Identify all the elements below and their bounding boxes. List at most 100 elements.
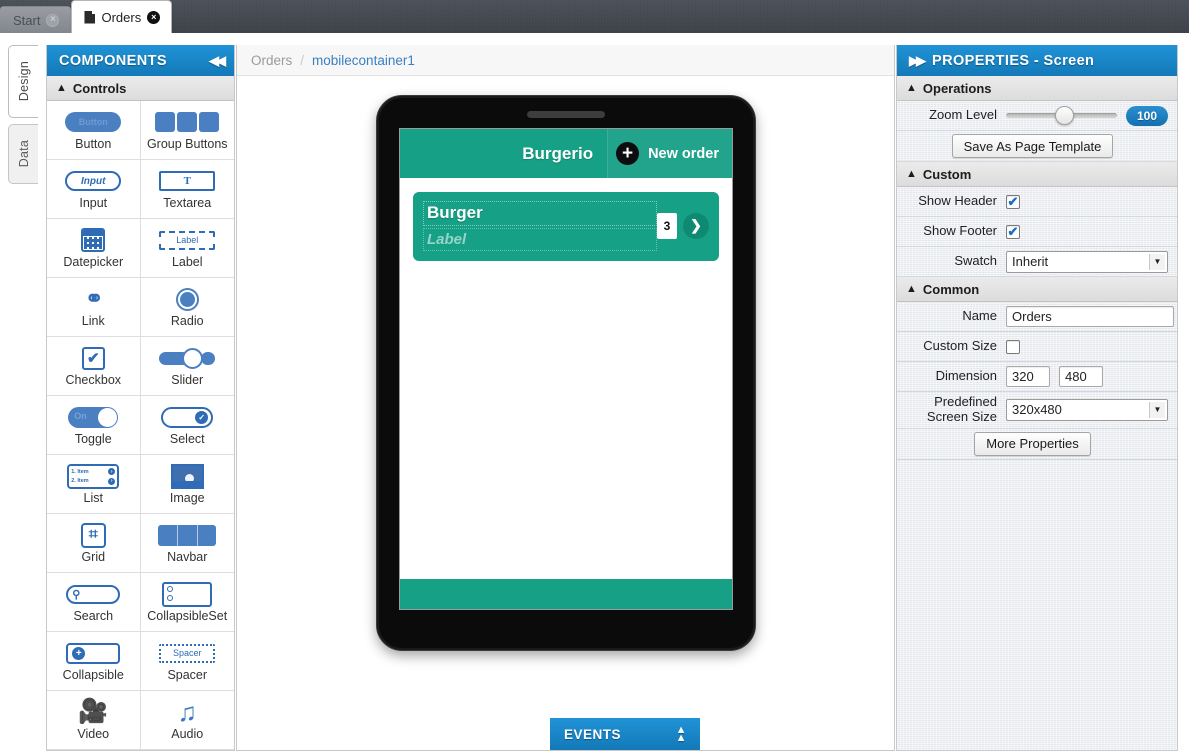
spacer-icon: Spacer xyxy=(159,640,216,666)
component-toggle[interactable]: On Toggle xyxy=(47,396,141,455)
custom-size-checkbox[interactable] xyxy=(1006,339,1020,354)
events-bar[interactable]: EVENTS ▲ ▲ xyxy=(550,718,700,750)
component-group-buttons[interactable]: Group Buttons xyxy=(140,101,234,160)
events-bar-label: EVENTS xyxy=(564,726,622,742)
component-radio[interactable]: Radio xyxy=(140,278,234,337)
predefined-screen-size-label: Predefined Screen Size xyxy=(926,394,997,424)
component-label: Image xyxy=(169,491,205,506)
more-properties-row: More Properties xyxy=(897,429,1177,460)
swatch-value: Inherit xyxy=(1012,254,1049,269)
group-buttons-icon xyxy=(155,109,220,135)
component-input[interactable]: Input Input xyxy=(47,160,141,219)
zoom-slider-handle[interactable] xyxy=(1054,106,1074,125)
list-item-count-badge: 3 xyxy=(657,212,677,239)
new-order-button[interactable]: + New order xyxy=(607,129,732,178)
app-header[interactable]: Burgerio + New order xyxy=(400,129,732,178)
more-properties-button[interactable]: More Properties xyxy=(974,431,1091,456)
component-label: Button xyxy=(75,137,112,152)
controls-group-header[interactable]: ▲ Controls xyxy=(47,76,234,101)
zoom-level-row: Zoom Level 100 xyxy=(897,101,1177,131)
chevron-up-icon: ▲ xyxy=(906,168,917,180)
swatch-select[interactable]: Inherit ▼ xyxy=(1006,250,1168,273)
predefined-screen-size-row: Predefined Screen Size 320x480 ▼ xyxy=(897,392,1177,429)
chevron-up-icon: ▲ xyxy=(56,82,67,94)
audio-icon: ♫ xyxy=(177,697,198,728)
properties-panel-header[interactable]: ▶▶ PROPERTIES - Screen xyxy=(897,45,1177,76)
common-section-header[interactable]: ▲ Common xyxy=(897,277,1177,302)
radio-icon xyxy=(175,286,199,312)
chevron-up-icon: ▲ xyxy=(906,283,917,295)
component-button[interactable]: Button Button xyxy=(47,101,141,160)
workspace: Design Data COMPONENTS ◀◀ ▲ Controls But… xyxy=(0,33,1189,751)
datepicker-icon xyxy=(81,227,106,253)
component-link[interactable]: ⚭ Link xyxy=(47,278,141,337)
zoom-slider[interactable] xyxy=(1006,106,1117,125)
save-as-page-template-button[interactable]: Save As Page Template xyxy=(951,134,1114,158)
custom-size-row: Custom Size xyxy=(897,332,1177,362)
component-collapsible-set[interactable]: CollapsibleSet xyxy=(140,573,234,632)
show-header-row: Show Header ✔ xyxy=(897,187,1177,217)
operations-section-header[interactable]: ▲ Operations xyxy=(897,76,1177,101)
component-label: Search xyxy=(73,609,114,624)
chevron-right-icon[interactable]: ❯ xyxy=(683,212,709,239)
component-label: Checkbox xyxy=(65,373,122,388)
component-select[interactable]: ✓ Select xyxy=(140,396,234,455)
tab-orders[interactable]: Orders × xyxy=(71,0,173,33)
tab-orders-label: Orders xyxy=(101,9,142,25)
predefined-screen-size-select[interactable]: 320x480 ▼ xyxy=(1006,398,1168,421)
dimension-width-input[interactable] xyxy=(1006,366,1050,387)
component-checkbox[interactable]: ✔ Checkbox xyxy=(47,337,141,396)
expand-right-icon[interactable]: ▶▶ xyxy=(909,53,926,69)
show-footer-checkbox[interactable]: ✔ xyxy=(1006,224,1020,239)
component-video[interactable]: 🎥 Video xyxy=(47,691,141,750)
component-label: Spacer xyxy=(167,668,208,683)
component-collapsible[interactable]: + Collapsible xyxy=(47,632,141,691)
component-label: Input xyxy=(79,196,108,211)
breadcrumb-root[interactable]: Orders xyxy=(251,53,292,68)
component-spacer[interactable]: Spacer Spacer xyxy=(140,632,234,691)
select-icon: ✓ xyxy=(161,404,214,430)
custom-size-label: Custom Size xyxy=(923,338,997,354)
component-textarea[interactable]: T Textarea xyxy=(140,160,234,219)
app-footer[interactable] xyxy=(400,579,732,609)
list-item[interactable]: Burger Label 3 ❯ xyxy=(413,192,719,261)
device-frame: Burgerio + New order Burger Label 3 ❯ xyxy=(376,95,756,651)
rail-tab-design[interactable]: Design xyxy=(8,45,38,118)
show-header-label: Show Header xyxy=(918,193,997,209)
component-list[interactable]: 1. Item › 2. Item › List xyxy=(47,455,141,514)
chevron-down-icon[interactable]: ▼ xyxy=(1149,253,1165,270)
image-icon xyxy=(170,463,204,489)
component-datepicker[interactable]: Datepicker xyxy=(47,219,141,278)
component-search[interactable]: ⚲ Search xyxy=(47,573,141,632)
show-header-checkbox[interactable]: ✔ xyxy=(1006,194,1020,209)
dimension-label: Dimension xyxy=(935,368,997,384)
tab-start[interactable]: Start × xyxy=(0,6,72,33)
collapse-left-icon[interactable]: ◀◀ xyxy=(209,53,226,69)
list-item-title: Burger xyxy=(423,201,657,226)
breadcrumb-current[interactable]: mobilecontainer1 xyxy=(312,53,415,68)
name-input[interactable] xyxy=(1006,306,1174,327)
custom-section-title: Custom xyxy=(922,166,972,182)
custom-section-header[interactable]: ▲ Custom xyxy=(897,162,1177,187)
common-section-title: Common xyxy=(922,281,980,297)
component-audio[interactable]: ♫ Audio xyxy=(140,691,234,750)
chevron-down-icon[interactable]: ▼ xyxy=(1149,401,1165,418)
rail-tab-data[interactable]: Data xyxy=(8,124,38,184)
list-item-texts: Burger Label xyxy=(423,201,657,251)
component-image[interactable]: Image xyxy=(140,455,234,514)
breadcrumb: Orders / mobilecontainer1 xyxy=(237,45,894,76)
dimension-height-input[interactable] xyxy=(1059,366,1103,387)
rail-tab-data-label: Data xyxy=(16,140,31,168)
expand-up-icon[interactable]: ▲ ▲ xyxy=(676,724,687,744)
tab-start-close-icon[interactable]: × xyxy=(46,13,60,27)
component-navbar[interactable]: Navbar xyxy=(140,514,234,573)
components-panel: COMPONENTS ◀◀ ▲ Controls Button Button G… xyxy=(46,45,235,751)
component-label-widget[interactable]: Label Label xyxy=(140,219,234,278)
component-slider[interactable]: Slider xyxy=(140,337,234,396)
operations-section-title: Operations xyxy=(922,80,992,96)
component-grid[interactable]: ⌗ Grid xyxy=(47,514,141,573)
tab-orders-close-icon[interactable]: × xyxy=(147,10,161,24)
input-icon: Input xyxy=(65,168,122,194)
dimension-row: Dimension xyxy=(897,362,1177,392)
components-panel-header[interactable]: COMPONENTS ◀◀ xyxy=(47,45,234,76)
